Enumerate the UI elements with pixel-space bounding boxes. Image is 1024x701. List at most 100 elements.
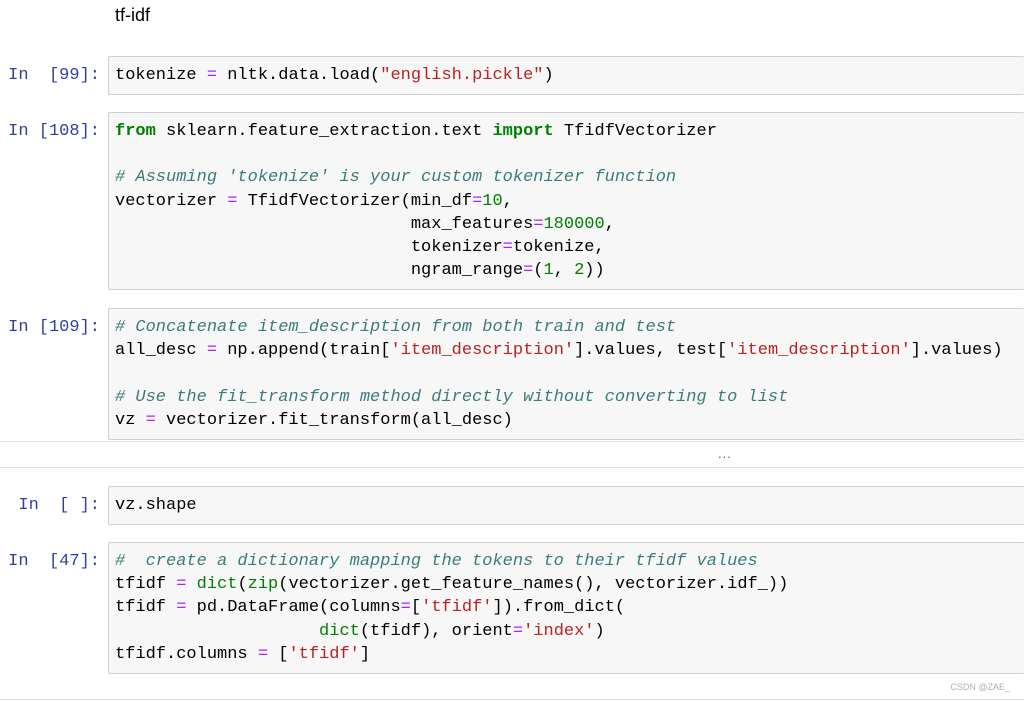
code-token: = — [176, 598, 187, 618]
code-token: zip — [247, 575, 279, 595]
code-token: # create a dictionary mapping the tokens… — [115, 552, 758, 571]
code-token: = — [145, 410, 156, 430]
code-line: tokenize = nltk.data.load("english.pickl… — [115, 64, 1018, 87]
code-token: tokenizer — [115, 238, 503, 258]
code-token: ) — [543, 66, 554, 85]
code-token: "english.pickle" — [380, 66, 544, 85]
collapsed-output-ellipsis[interactable]: ... — [718, 446, 732, 461]
code-token: = — [176, 575, 187, 595]
code-token: 10 — [482, 191, 503, 211]
code-line: # Concatenate item_description from both… — [115, 316, 1018, 339]
code-token: , — [604, 214, 615, 234]
code-token: max_features — [115, 214, 534, 234]
code-token: vectorizer.fit_transform(all_desc) — [155, 410, 513, 430]
code-line: dict(tfidf), orient='index') — [115, 620, 1018, 643]
code-editor[interactable]: # create a dictionary mapping the tokens… — [108, 542, 1024, 675]
code-line: # create a dictionary mapping the tokens… — [115, 550, 1018, 573]
code-token: 'item_description' — [727, 341, 911, 361]
cell-prompt: In [47]: — [8, 552, 100, 571]
code-token: ngram_range — [115, 261, 524, 281]
code-token: sklearn.feature_extraction.text — [155, 122, 493, 141]
code-line: max_features=180000, — [115, 213, 1018, 236]
cell-prompt: In [108]: — [8, 122, 100, 141]
code-line: ngram_range=(1, 2)) — [115, 259, 1018, 282]
code-token: )) — [584, 261, 605, 281]
code-token: (tfidf), orient — [359, 621, 513, 641]
code-token: 'index' — [523, 621, 595, 641]
code-token: tfidf.columns — [115, 644, 258, 664]
code-token: np.append(train[ — [217, 341, 391, 361]
code-line: vz.shape — [115, 494, 1018, 517]
code-token: vz.shape — [115, 496, 197, 515]
code-token: = — [523, 261, 534, 281]
code-input[interactable]: vz.shape — [109, 487, 1024, 524]
code-line: all_desc = np.append(train['item_descrip… — [115, 339, 1018, 362]
cell-prompt: In [ ]: — [18, 496, 100, 515]
code-token: ( — [237, 575, 248, 595]
code-token: pd.DataFrame(columns — [186, 598, 401, 618]
watermark: CSDN @ZAE_ — [950, 682, 1010, 692]
code-editor[interactable]: # Concatenate item_description from both… — [108, 308, 1024, 441]
code-token: # Use the fit_transform method directly … — [115, 387, 789, 407]
code-line: vectorizer = TfidfVectorizer(min_df=10, — [115, 190, 1018, 213]
code-token: TfidfVectorizer — [553, 122, 717, 141]
code-token: ].values, test[ — [574, 341, 728, 361]
code-token: = — [227, 191, 238, 211]
bottom-divider — [0, 699, 1024, 700]
code-token: ].values) — [910, 341, 1003, 361]
code-token: vectorizer — [115, 191, 228, 211]
code-line: from sklearn.feature_extraction.text imp… — [115, 120, 1018, 143]
code-token: dict — [319, 621, 360, 641]
code-token: , — [553, 261, 575, 281]
code-token: [ — [410, 598, 422, 618]
code-input[interactable]: tokenize = nltk.data.load("english.pickl… — [109, 57, 1024, 94]
code-token: tokenize — [115, 66, 207, 85]
code-token: import — [492, 122, 554, 141]
code-token: tokenize, — [512, 238, 605, 258]
code-token: [ — [268, 644, 289, 664]
code-token: vz — [115, 410, 146, 430]
cell-prompt: In [109]: — [8, 318, 100, 337]
code-token: 1 — [543, 261, 554, 281]
code-editor[interactable]: from sklearn.feature_extraction.text imp… — [108, 112, 1024, 291]
code-token: from — [115, 122, 156, 141]
code-token: # Concatenate item_description from both… — [115, 318, 677, 337]
code-token: 2 — [574, 261, 585, 281]
code-token: 'tfidf' — [421, 598, 493, 618]
code-token: = — [533, 214, 544, 234]
code-line: tfidf = pd.DataFrame(columns=['tfidf']).… — [115, 596, 1018, 619]
code-line: tfidf = dict(zip(vectorizer.get_feature_… — [115, 573, 1018, 596]
code-token: dict — [196, 575, 238, 595]
code-token: # Assuming 'tokenize' is your custom tok… — [115, 168, 677, 188]
code-token: = — [206, 66, 218, 85]
code-input[interactable]: from sklearn.feature_extraction.text imp… — [109, 113, 1024, 289]
code-token: 'item_description' — [390, 341, 575, 361]
code-token: (vectorizer.get_feature_names(), vectori… — [278, 575, 789, 595]
code-input[interactable]: # create a dictionary mapping the tokens… — [109, 543, 1024, 673]
code-token: ]).from_dict( — [492, 598, 626, 618]
code-token: ] — [359, 644, 371, 664]
code-token: = — [400, 598, 411, 618]
code-token: tfidf — [115, 598, 177, 618]
cell-separator — [0, 441, 1024, 442]
code-token: = — [206, 341, 218, 361]
code-line: vz = vectorizer.fit_transform(all_desc) — [115, 409, 1018, 432]
code-line: # Use the fit_transform method directly … — [115, 386, 1018, 409]
code-token: 'tfidf' — [288, 644, 360, 664]
code-token: = — [472, 191, 483, 211]
code-token: = — [502, 238, 513, 258]
code-token: tfidf — [115, 575, 177, 595]
code-token: , — [502, 191, 513, 211]
code-editor[interactable]: tokenize = nltk.data.load("english.pickl… — [108, 56, 1024, 96]
code-token: ( — [533, 261, 544, 281]
code-token: = — [257, 644, 269, 664]
code-line: tfidf.columns = ['tfidf'] — [115, 643, 1018, 666]
code-editor[interactable]: vz.shape — [108, 486, 1024, 526]
code-token: ) — [594, 621, 605, 641]
code-token: nltk.data.load( — [217, 66, 381, 85]
code-input[interactable]: # Concatenate item_description from both… — [109, 309, 1024, 439]
